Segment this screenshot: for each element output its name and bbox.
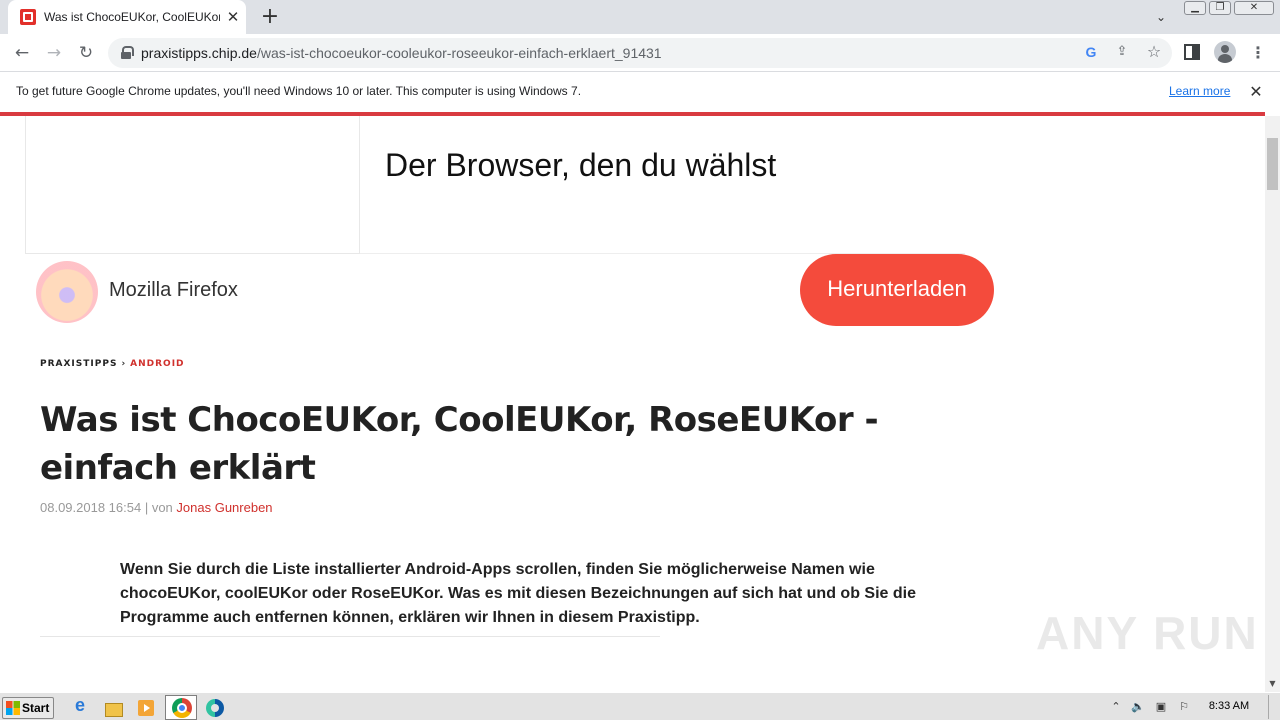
google-lens-icon[interactable]: G [1082,43,1100,61]
edge-icon[interactable] [204,697,226,719]
file-explorer-icon[interactable] [102,697,124,719]
volume-icon[interactable]: 🔈 [1130,699,1146,715]
article-byline-sep: | von [141,500,177,515]
infobar-close-icon[interactable]: ✕ [1246,82,1266,102]
page-scrollbar[interactable]: ▼ [1265,116,1280,692]
article-title: Was ist ChocoEUKor, CoolEUKor, RoseEUKor… [40,400,879,488]
breadcrumb-android[interactable]: ANDROID [130,359,184,369]
ad-image-placeholder [25,116,360,254]
browser-toolbar: ← → ↻ praxistipps.chip.de/was-ist-chocoe… [0,34,1280,72]
back-button[interactable]: ← [9,40,35,66]
internet-explorer-icon[interactable] [69,695,91,719]
windows-logo-icon [6,701,20,715]
scroll-down-arrow-icon[interactable]: ▼ [1265,676,1280,692]
firefox-logo-icon[interactable] [36,261,98,323]
address-bar[interactable]: praxistipps.chip.de/was-ist-chocoeukor-c… [108,38,1172,68]
article-meta: 08.09.2018 16:54 | von Jonas Gunreben [40,500,273,515]
tab-title: Was ist ChocoEUKor, CoolEUKor, RoseEUKor… [44,10,220,24]
anyrun-watermark: ANY RUN [1036,607,1259,659]
window-close-button[interactable]: ✕ [1234,1,1274,15]
scrollbar-thumb[interactable] [1267,138,1278,190]
window-restore-button[interactable]: ❐ [1209,1,1231,15]
lock-icon[interactable] [120,46,134,60]
ad-brand-name[interactable]: Mozilla Firefox [109,279,238,302]
side-panel-icon[interactable] [1184,44,1200,60]
breadcrumb-praxistipps[interactable]: PRAXISTIPPS [40,359,117,369]
download-button[interactable]: Herunterladen [800,254,994,326]
tab-strip: Was ist ChocoEUKor, CoolEUKor, RoseEUKor… [0,0,1280,34]
share-icon[interactable]: ⇪ [1113,43,1131,61]
lead-divider [40,636,660,637]
new-tab-button[interactable]: + [258,5,282,29]
article-lead: Wenn Sie durch die Liste installierter A… [120,561,916,626]
learn-more-link[interactable]: Learn more [1169,84,1230,98]
network-icon[interactable]: ▣ [1153,699,1169,715]
article-date: 08.09.2018 16:54 [40,500,142,515]
breadcrumb-separator: › [121,359,127,369]
chrome-icon [172,698,192,718]
url-text[interactable]: praxistipps.chip.de/was-ist-chocoeukor-c… [141,45,662,61]
update-infobar: To get future Google Chrome updates, you… [0,72,1280,112]
action-center-flag-icon[interactable]: ⚐ [1176,699,1192,715]
tab-search-chevron-icon[interactable]: ⌄ [1152,8,1170,26]
author-link[interactable]: Jonas Gunreben [176,500,272,515]
media-player-icon[interactable] [135,697,157,719]
start-button[interactable]: Start [2,697,54,719]
taskbar-clock[interactable]: 8:33 AM [1200,700,1258,712]
reload-button[interactable]: ↻ [73,40,99,66]
menu-kebab-icon[interactable]: ⋮ [1248,40,1268,66]
forward-button[interactable]: → [41,40,67,66]
chip-favicon-icon [20,9,36,25]
infobar-message: To get future Google Chrome updates, you… [16,84,582,98]
windows-taskbar: Start ⌃ 🔈 ▣ ⚐ 8:33 AM [0,692,1280,720]
url-path: /was-ist-chocoeukor-cooleukor-roseeukor-… [256,45,662,61]
show-desktop-button[interactable] [1268,695,1278,719]
window-minimize-button[interactable]: ▁ [1184,1,1206,15]
breadcrumb: PRAXISTIPPS › ANDROID [40,359,185,369]
url-domain: praxistipps.chip.de [141,45,257,61]
chrome-taskbar-button[interactable] [165,695,197,720]
tab-close-icon[interactable]: ✕ [224,8,242,26]
bookmark-star-icon[interactable]: ☆ [1145,43,1163,61]
browser-tab[interactable]: Was ist ChocoEUKor, CoolEUKor, RoseEUKor… [8,0,246,34]
profile-avatar-icon[interactable] [1214,41,1236,63]
start-label: Start [22,701,50,715]
tray-expand-icon[interactable]: ⌃ [1108,699,1124,715]
ad-headline[interactable]: Der Browser, den du wählst [385,147,776,184]
